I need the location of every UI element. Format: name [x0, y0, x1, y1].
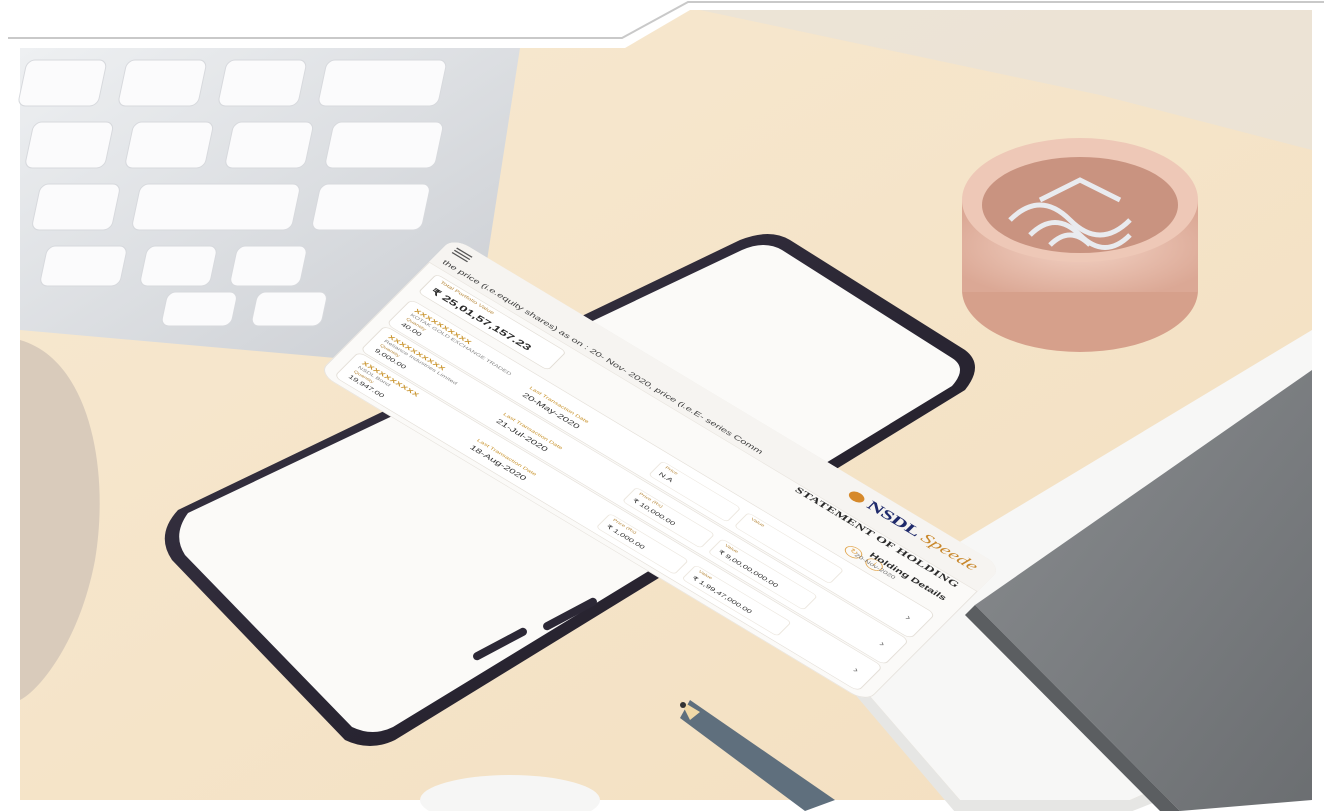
value-label: Value — [749, 517, 766, 528]
chevron-right-icon[interactable]: › — [851, 665, 862, 675]
photo-scene: NSDL Speede the price (i.e.equity shares… — [0, 0, 1330, 811]
paperclip-cup — [962, 138, 1198, 352]
hamburger-menu-icon[interactable] — [450, 246, 474, 263]
chevron-right-icon[interactable]: › — [877, 639, 888, 649]
chevron-right-icon[interactable]: › — [903, 612, 914, 622]
nsdl-logo-icon — [845, 489, 867, 505]
